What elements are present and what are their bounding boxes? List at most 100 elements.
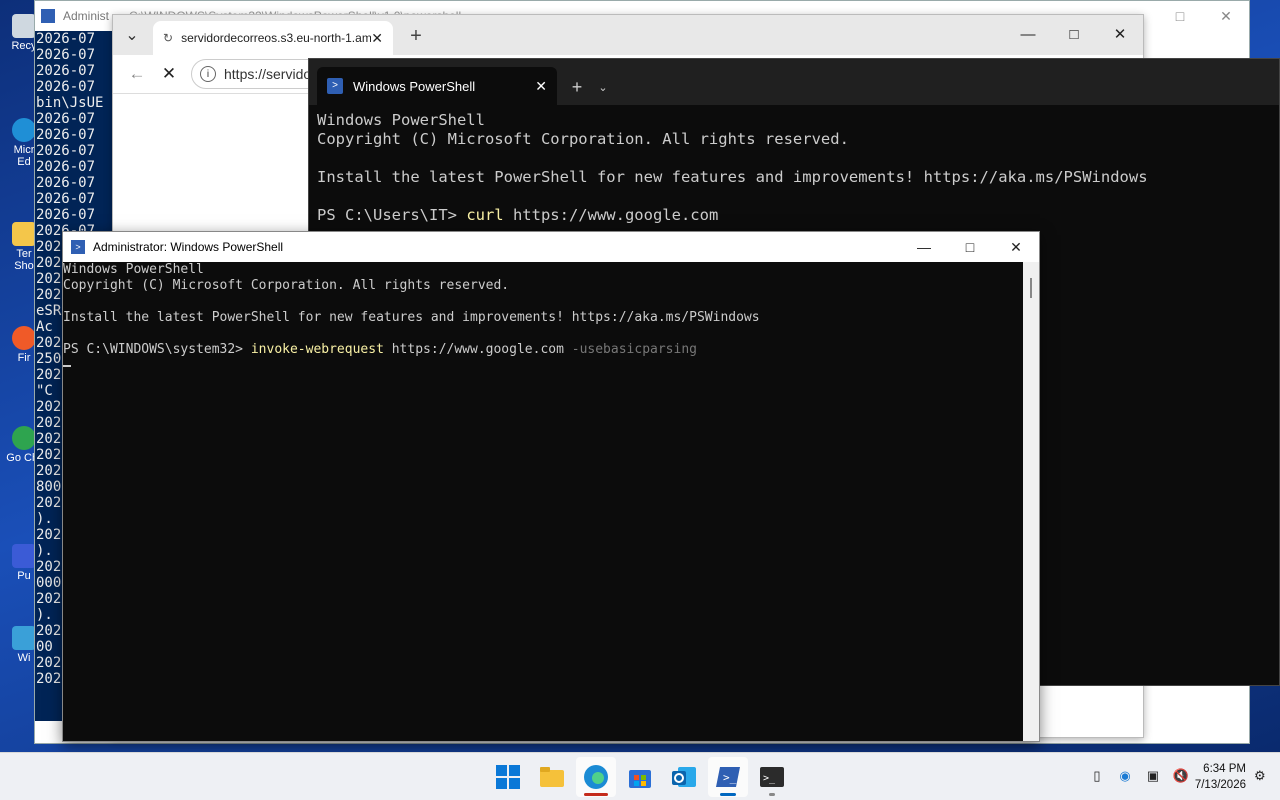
maximize-button[interactable]: □ [1051,15,1097,53]
info-icon[interactable]: i [200,66,216,82]
output-line: Windows PowerShell [63,262,204,277]
powershell-icon: > [327,78,343,94]
edge-icon [12,118,36,142]
running-indicator [720,793,736,796]
network-icon[interactable]: ▣ [1144,767,1162,785]
app-icon [12,544,36,568]
arrow-left-icon: ← [128,64,146,83]
log-line: 2026-07 [36,79,96,95]
clock-time: 6:34 PM [1203,763,1246,775]
start-button[interactable] [488,757,528,797]
running-indicator [584,793,608,796]
loading-spinner-icon: ↻ [163,31,174,45]
notification-icon[interactable]: ⚙ [1254,768,1270,784]
clock-date: 7/13/2026 [1194,779,1246,791]
output-line: Windows PowerShell [317,111,485,129]
close-icon: ✕ [161,64,177,83]
output-line: Install the latest PowerShell for new fe… [63,310,760,325]
usb-icon[interactable]: ▯ [1088,767,1106,785]
store-icon [629,770,651,788]
log-line: bin\JsUE [36,95,104,111]
window-title: Administrator: Windows PowerShell [93,240,284,254]
close-button[interactable]: ✕ [1203,1,1249,31]
log-line: 2026-07 [36,63,96,79]
close-tab-icon[interactable]: ✕ [535,78,547,95]
recycle-bin-icon [12,14,36,38]
chevron-down-icon: ⌄ [598,81,608,94]
log-line: 2026-07 [36,207,96,223]
log-line: 2026-07 [36,111,96,127]
chevron-down-icon: ⌄ [125,27,139,44]
maximize-button[interactable]: □ [947,232,993,262]
address-text: https://servido [224,66,312,82]
log-line: 2026-07 [36,191,96,207]
maximize-button[interactable]: □ [1157,1,1203,31]
powershell-icon [41,9,55,23]
system-tray: ▯ ◉ ▣ 🔇 [1088,767,1190,785]
prompt: PS C:\Users\IT> [317,206,467,224]
close-tab-icon[interactable]: ✕ [371,30,383,47]
command-name: curl [466,206,504,224]
browser-tab[interactable]: ↻ servidordecorreos.s3.eu-north-1.am ✕ [153,21,393,55]
back-button[interactable]: ← [121,58,153,90]
text-cursor [63,364,71,367]
terminal-tabbar: > Windows PowerShell ✕ + ⌄ [309,59,1279,105]
command-args: https://www.google.com [383,342,572,357]
tab-dropdown-button[interactable]: ⌄ [591,69,615,105]
admin-powershell-window[interactable]: > Administrator: Windows PowerShell — □ … [62,231,1040,742]
terminal-output[interactable]: Windows PowerShell Copyright (C) Microso… [309,105,1279,231]
browser-tabstrip: ⌄ ↻ servidordecorreos.s3.eu-north-1.am ✕… [113,15,1143,55]
taskbar-outlook[interactable] [664,757,704,797]
svg-text:>_: >_ [723,771,737,784]
output-line: Copyright (C) Microsoft Corporation. All… [63,278,510,293]
plus-icon: + [410,24,422,47]
edge-icon [584,765,608,789]
security-icon[interactable]: ◉ [1116,767,1134,785]
volume-muted-icon[interactable]: 🔇 [1172,767,1190,785]
scrollbar[interactable] [1023,262,1039,741]
log-line: 2026-07 [36,159,96,175]
powershell-icon: > [71,240,85,254]
minimize-button[interactable]: — [901,232,947,262]
outlook-icon [672,767,696,787]
start-icon [496,765,520,789]
clock[interactable]: 6:34 PM 7/13/2026 [1195,761,1246,793]
taskbar-terminal[interactable]: >_ [752,757,792,797]
browser-tab-label: servidordecorreos.s3.eu-north-1.am [181,31,372,45]
running-indicator [769,793,775,796]
log-line: 2026-07 [36,175,96,191]
close-button[interactable]: ✕ [1097,15,1143,53]
new-tab-button[interactable]: + [401,21,431,51]
taskbar-file-explorer[interactable] [532,757,572,797]
file-explorer-icon [540,767,564,787]
scrollbar-thumb[interactable] [1030,278,1032,298]
output-line: Copyright (C) Microsoft Corporation. All… [317,130,849,148]
new-tab-button[interactable]: + [563,69,591,105]
firefox-icon [12,326,36,350]
prompt: PS C:\WINDOWS\system32> [63,342,251,357]
app-icon [12,626,36,650]
terminal-tab[interactable]: > Windows PowerShell ✕ [317,67,557,105]
taskbar-edge[interactable] [576,757,616,797]
console-output[interactable]: Windows PowerShell Copyright (C) Microso… [63,262,1023,741]
taskbar: >_ >_ ▯ ◉ ▣ 🔇 6:34 PM 7/13/2026 ⚙ [0,752,1280,800]
folder-icon [12,222,36,246]
output-line: Install the latest PowerShell for new fe… [317,168,1148,186]
powershell-icon: >_ [716,767,740,787]
command-param: -usebasicparsing [571,342,697,357]
stop-button[interactable]: ✕ [153,58,185,90]
command-args: https://www.google.com [503,206,719,224]
window-titlebar: > Administrator: Windows PowerShell [63,232,1039,262]
taskbar-powershell[interactable]: >_ [708,757,748,797]
close-button[interactable]: ✕ [993,232,1039,262]
log-line: 2026-07 [36,47,96,63]
window-title: Administ [63,9,110,23]
minimize-button[interactable]: — [1005,15,1051,53]
plus-icon: + [571,76,583,97]
log-line: 2026-07 [36,31,96,47]
command-name: invoke-webrequest [250,342,384,357]
terminal-icon: >_ [760,767,784,787]
taskbar-store[interactable] [620,757,660,797]
tab-actions-button[interactable]: ⌄ [115,18,149,52]
terminal-tab-label: Windows PowerShell [353,78,476,94]
